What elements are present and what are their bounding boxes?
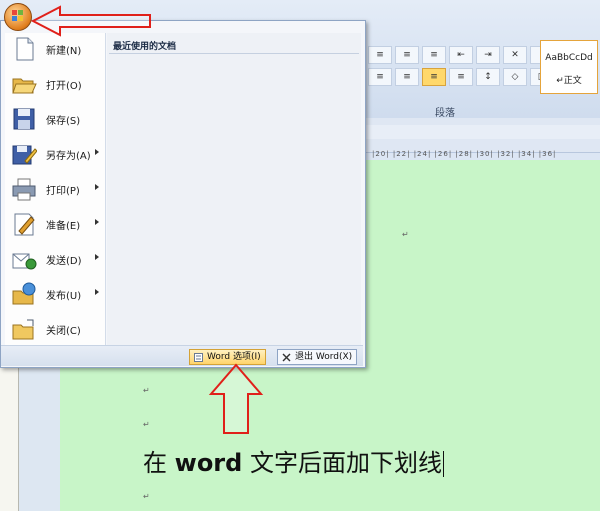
menu-item-label: 打开(O) [46,80,82,92]
new-document-icon [11,36,37,62]
recent-documents-title: 最近使用的文档 [113,42,177,52]
text-cursor [442,451,444,477]
menu-item-open[interactable]: 打开(O) [5,68,105,100]
justify-button[interactable]: ≡ [449,68,473,86]
menu-footer: Word 选项(I) 退出 Word(X) [1,345,363,366]
align-center-button[interactable]: ≡ [395,68,419,86]
menu-item-label: 新建(N) [46,45,82,57]
printer-icon [11,176,37,202]
menu-item-send[interactable]: 发送(D) [5,243,105,275]
menu-item-publish[interactable]: 发布(U) [5,278,105,310]
align-right-button[interactable]: ≡ [422,68,446,86]
menu-item-label: 另存为(A) [46,150,91,162]
paragraph-mark: ↵ [143,420,150,429]
paragraph-mark: ↵ [402,230,409,239]
document-text-suffix: 文字后面加下划线 [242,449,442,477]
horizontal-ruler: |20| |22| |24| |26| |28| |30| |32| |34| … [372,150,557,158]
menu-item-label: 打印(P) [46,185,80,197]
paragraph-group: ≡ ≡ ≡ ⇤ ⇥ ✕ ↕ ¶ ≡ ≡ ≡ ≡ ↕ ◇ □ 段落 [360,40,581,119]
vertical-ruler [0,368,19,511]
menu-item-print[interactable]: 打印(P) [5,173,105,205]
style-normal[interactable]: AaBbCcDd ↵正文 [540,40,598,94]
publish-icon [11,281,37,307]
numbering-button[interactable]: ≡ [395,46,419,64]
exit-word-button[interactable]: 退出 Word(X) [277,349,358,365]
submenu-arrow-icon [95,289,99,295]
save-disk-icon [11,106,37,132]
submenu-arrow-icon [95,219,99,225]
menu-item-prepare[interactable]: 准备(E) [5,208,105,240]
shading-button[interactable]: ◇ [503,68,527,86]
submenu-arrow-icon [95,254,99,260]
document-text-line[interactable]: 在 word 文字后面加下划线 [143,443,444,478]
document-text-bold: word [174,449,243,477]
bullets-button[interactable]: ≡ [368,46,392,64]
increase-indent-button[interactable]: ⇥ [476,46,500,64]
submenu-arrow-icon [95,184,99,190]
exit-word-label: 退出 Word(X) [295,352,353,362]
menu-commands: 新建(N) 打开(O) 保存(S) 另存为(A) 打印(P) 准备(E) 发送(… [5,33,106,363]
chinese-layout-button[interactable]: ✕ [503,46,527,64]
style-name: ↵正文 [556,76,582,86]
close-icon [282,353,291,362]
options-icon [194,352,203,362]
paragraph-mark: ↵ [143,386,150,395]
recent-divider [109,53,359,54]
menu-item-save-as[interactable]: 另存为(A) [5,138,105,170]
menu-item-label: 发送(D) [46,255,82,267]
send-icon [11,246,37,272]
menu-item-close[interactable]: 关闭(C) [5,313,105,345]
paragraph-group-label: 段落 [435,108,455,119]
paragraph-mark: ↵ [143,492,150,501]
decrease-indent-button[interactable]: ⇤ [449,46,473,64]
open-folder-icon [11,71,37,97]
recent-documents-panel: 最近使用的文档 [107,33,361,363]
document-text-prefix: 在 [143,449,175,477]
office-logo-icon [12,10,24,22]
submenu-arrow-icon [95,149,99,155]
annotation-arrow-up-icon [208,363,264,434]
align-left-button[interactable]: ≡ [368,68,392,86]
format-toolbar [360,125,600,139]
multilevel-button[interactable]: ≡ [422,46,446,64]
prepare-icon [11,211,37,237]
menu-item-label: 保存(S) [46,115,81,127]
paragraph-row-2: ≡ ≡ ≡ ≡ ↕ ◇ □ [368,68,554,86]
annotation-arrow-left-icon [30,5,151,37]
menu-item-label: 准备(E) [46,220,81,232]
menu-item-label: 发布(U) [46,290,82,302]
menu-item-save[interactable]: 保存(S) [5,103,105,135]
style-preview-text: AaBbCcDd [545,53,593,63]
save-as-icon [11,141,38,167]
office-menu: 新建(N) 打开(O) 保存(S) 另存为(A) 打印(P) 准备(E) 发送(… [0,20,366,368]
menu-item-label: 关闭(C) [46,325,81,337]
office-button[interactable] [4,3,32,31]
close-folder-icon [11,316,37,342]
line-spacing-button[interactable]: ↕ [476,68,500,86]
